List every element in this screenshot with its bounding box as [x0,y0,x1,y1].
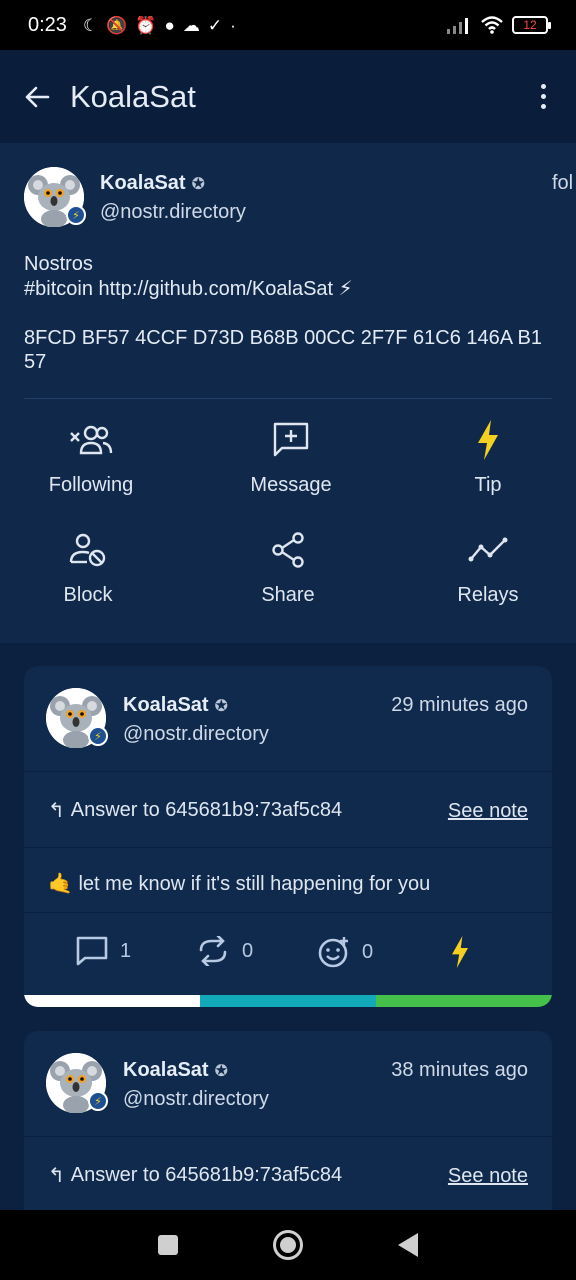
relay-segment [200,995,376,1007]
reply-arrow-icon: ↰ [48,800,65,822]
message-label: Message [250,474,332,496]
zap-button[interactable] [450,936,470,968]
share-label: Share [261,584,315,606]
tip-label: Tip [474,474,502,496]
note-author-name: KoalaSat [123,694,209,716]
message-button[interactable]: Message [211,418,371,497]
back-arrow-icon[interactable] [24,85,50,109]
avatar[interactable]: ⚡ [46,688,108,749]
repost-button[interactable]: 0 [196,936,253,966]
share-icon [272,532,304,568]
reply-reference: ↰ Answer to 645681b9:73af5c84 [48,1163,342,1188]
status-bar: 0:23 ☾ 🔕 ⏰ ● ☁ ✓ · 12 [0,0,576,50]
check-icon: ✓ [207,15,223,35]
battery-icon: 12 [512,16,551,34]
system-nav-bar [0,1210,576,1280]
alarm-icon: ⏰ [135,15,157,35]
status-time: 0:23 [28,13,67,36]
divider [24,771,552,772]
reply-reference-text: Answer to 645681b9:73af5c84 [70,1164,343,1186]
note-card[interactable]: ⚡ KoalaSat ✪ @nostr.directory 38 minutes… [24,1031,552,1231]
see-note-link[interactable]: See note [448,1165,528,1188]
see-note-link[interactable]: See note [448,800,528,823]
profile-bio: Nostros #bitcoin http://github.com/Koala… [24,253,353,300]
page-title: KoalaSat [70,78,196,114]
cloud-icon: ☁ [182,15,200,35]
repost-icon [199,936,227,966]
following-button[interactable]: Following [11,418,171,497]
verified-icon: ✪ [214,697,228,715]
relays-label: Relays [457,584,519,606]
message-icon [273,422,309,457]
note-timestamp: 29 minutes ago [391,694,528,716]
block-label: Block [63,584,113,606]
lightning-badge-icon: ⚡ [88,1091,108,1111]
more-options-icon[interactable] [535,78,552,115]
share-button[interactable]: Share [208,528,368,607]
note-card[interactable]: ⚡ KoalaSat ✪ @nostr.directory 29 minutes… [24,666,552,1007]
reaction-button[interactable]: 0 [318,936,373,968]
add-reaction-icon [318,937,348,968]
note-content: 🤙 let me know if it's still happening fo… [48,873,431,895]
reply-button[interactable]: 1 [76,936,131,966]
lightning-badge-icon: ⚡ [66,205,86,225]
reaction-count: 0 [362,940,374,963]
comment-icon [76,936,108,966]
following-label: Following [48,474,134,496]
profile-handle: @nostr.directory [100,201,246,223]
note-timestamp: 38 minutes ago [391,1059,528,1081]
relays-icon [468,537,508,562]
back-button[interactable] [398,1233,419,1257]
note-author-handle: @nostr.directory [123,1088,269,1110]
lightning-badge-icon: ⚡ [88,726,108,746]
relays-button[interactable]: Relays [408,528,568,607]
profile-name: KoalaSat [100,172,186,194]
relay-segment [376,995,552,1007]
home-button[interactable] [272,1230,303,1260]
profile-section: ⚡ KoalaSat ✪ @nostr.directory fol Nostro… [0,143,576,643]
moon-icon: ☾ [82,15,99,35]
divider [24,398,552,399]
reply-reference-text: Answer to 645681b9:73af5c84 [70,799,343,821]
profile-fingerprint: 8FCD BF57 4CCF D73D B68B 00CC 2F7F 61C6 … [24,327,543,373]
chat-icon: ● [164,15,175,35]
divider [24,912,552,913]
reply-count: 1 [120,939,132,962]
avatar[interactable]: ⚡ [46,1053,108,1114]
tip-button[interactable]: Tip [408,418,568,497]
lightning-icon [452,936,468,968]
relay-segment [24,995,200,1007]
dot-icon: · [230,15,236,35]
lightning-icon [478,420,498,460]
follow-text-partial[interactable]: fol [552,172,576,195]
recent-apps-button[interactable] [157,1235,178,1255]
note-author-name: KoalaSat [123,1059,209,1081]
following-icon [70,425,113,455]
block-user-icon [69,533,106,567]
repost-count: 0 [242,939,254,962]
battery-level: 12 [523,18,537,32]
reply-reference: ↰ Answer to 645681b9:73af5c84 [48,798,342,823]
avatar[interactable]: ⚡ [24,167,86,228]
reply-arrow-icon: ↰ [48,1165,65,1187]
divider [24,847,552,848]
mute-icon: 🔕 [106,15,128,35]
note-author-handle: @nostr.directory [123,723,269,745]
block-button[interactable]: Block [8,528,168,607]
signal-icon [447,18,468,34]
verified-icon: ✪ [214,1062,228,1080]
relay-progress-bar [24,995,552,1007]
wifi-icon [481,16,503,34]
app-bar: KoalaSat [0,50,576,143]
divider [24,1136,552,1137]
verified-icon: ✪ [191,175,205,193]
